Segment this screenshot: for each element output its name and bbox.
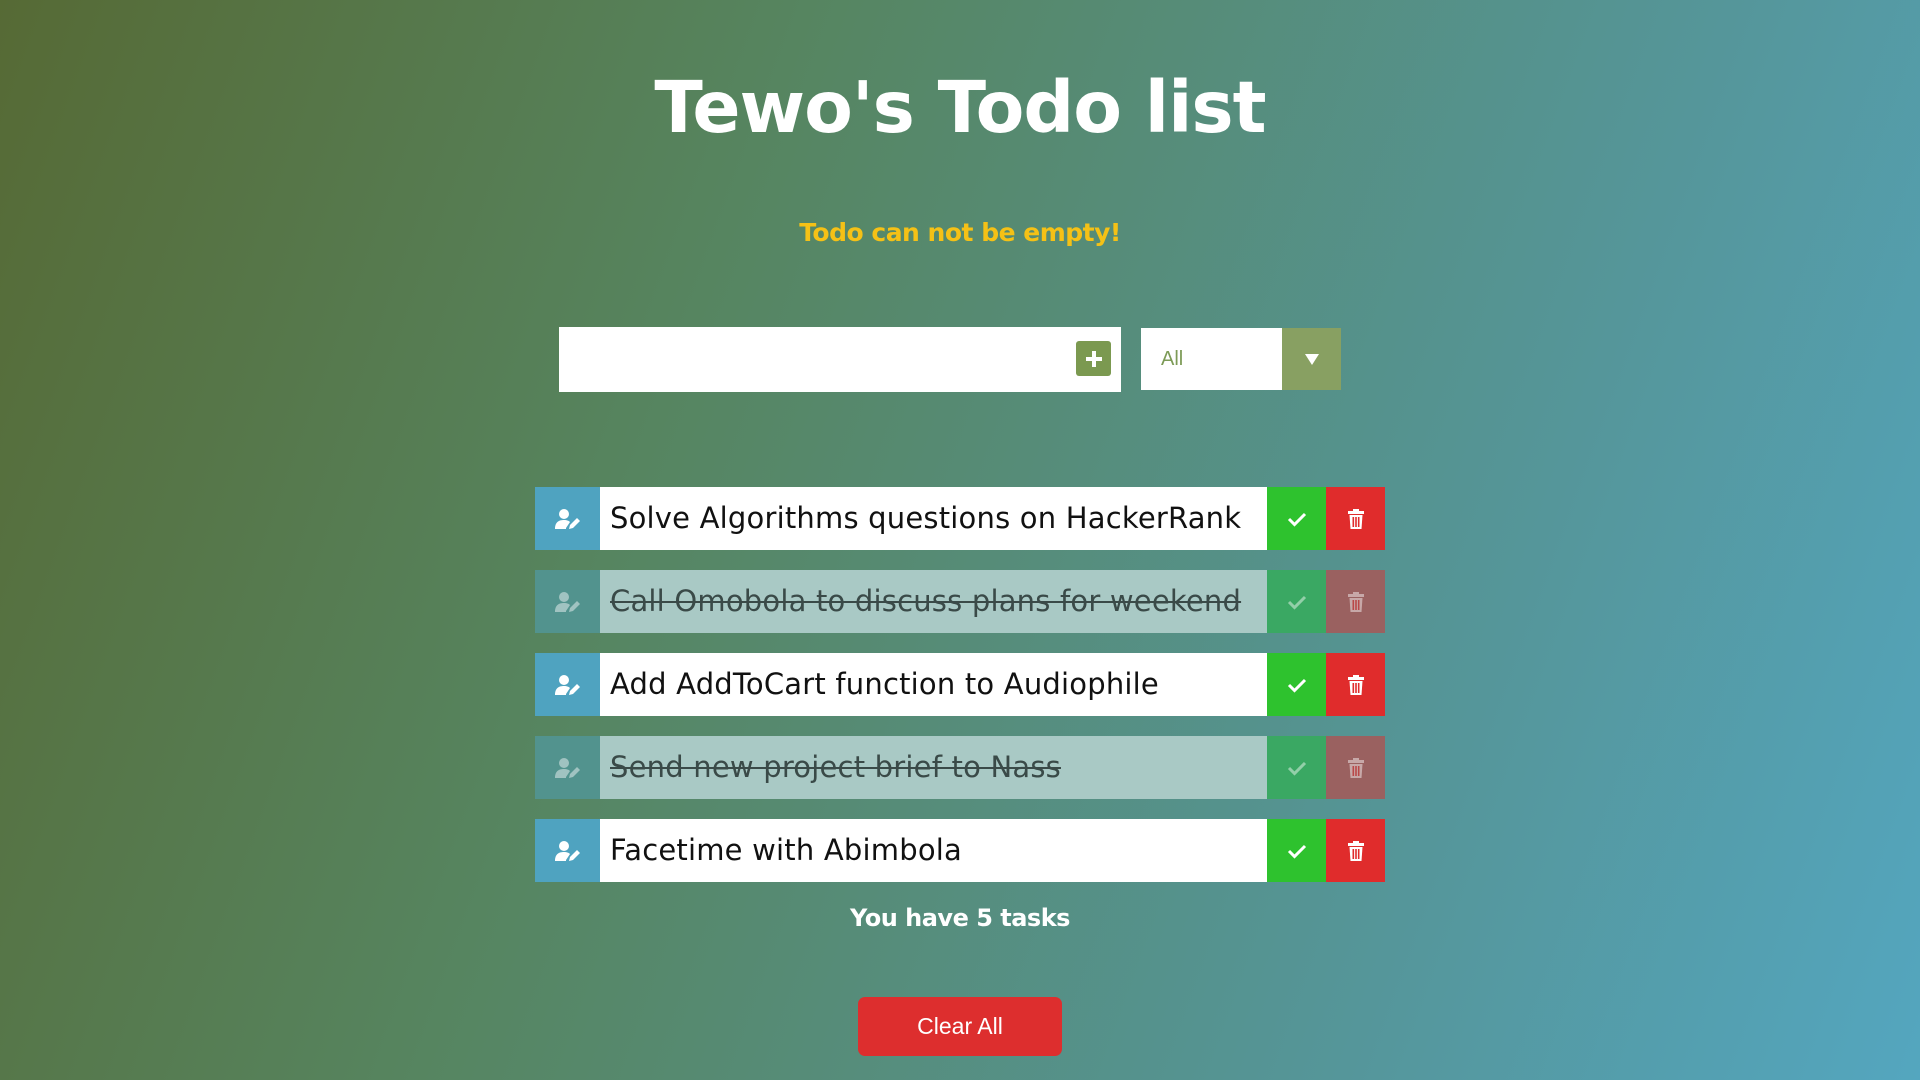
todo-text[interactable]: Facetime with Abimbola (600, 819, 1267, 882)
todo-text[interactable]: Send new project brief to Nass (600, 736, 1267, 799)
todo-item: Add AddToCart function to Audiophile (535, 653, 1385, 716)
todo-input[interactable] (559, 327, 1039, 392)
trash-icon (1347, 591, 1364, 612)
complete-todo-button[interactable] (1267, 653, 1326, 716)
plus-icon (1085, 350, 1102, 367)
filter-selected-value: All (1161, 348, 1184, 370)
check-icon (1287, 512, 1306, 527)
trash-icon (1347, 508, 1364, 529)
todo-list: Solve Algorithms questions on HackerRank… (535, 487, 1385, 902)
user-edit-icon (554, 674, 580, 695)
edit-todo-button[interactable] (535, 819, 600, 882)
new-todo-form (559, 327, 1121, 392)
user-edit-icon (554, 757, 580, 778)
clear-all-button[interactable]: Clear All (858, 997, 1062, 1056)
trash-icon (1347, 840, 1364, 861)
todo-text[interactable]: Solve Algorithms questions on HackerRank (600, 487, 1267, 550)
add-todo-button[interactable] (1076, 341, 1111, 376)
check-icon (1287, 678, 1306, 693)
empty-todo-alert: Todo can not be empty! (799, 218, 1121, 247)
todo-text[interactable]: Call Omobola to discuss plans for weeken… (600, 570, 1267, 633)
edit-todo-button[interactable] (535, 736, 600, 799)
trash-icon (1347, 674, 1364, 695)
user-edit-icon (554, 591, 580, 612)
check-icon (1287, 761, 1306, 776)
edit-todo-button[interactable] (535, 653, 600, 716)
complete-todo-button[interactable] (1267, 570, 1326, 633)
complete-todo-button[interactable] (1267, 487, 1326, 550)
todo-text[interactable]: Add AddToCart function to Audiophile (600, 653, 1267, 716)
page-title: Tewo's Todo list (654, 66, 1266, 149)
edit-todo-button[interactable] (535, 487, 600, 550)
check-icon (1287, 844, 1306, 859)
todo-item: Send new project brief to Nass (535, 736, 1385, 799)
filter-dropdown-button[interactable] (1282, 328, 1341, 390)
todo-item: Call Omobola to discuss plans for weeken… (535, 570, 1385, 633)
complete-todo-button[interactable] (1267, 736, 1326, 799)
todo-item: Solve Algorithms questions on HackerRank (535, 487, 1385, 550)
user-edit-icon (554, 840, 580, 861)
delete-todo-button[interactable] (1326, 736, 1385, 799)
delete-todo-button[interactable] (1326, 819, 1385, 882)
filter-select[interactable]: All (1141, 328, 1341, 390)
caret-down-icon (1304, 354, 1319, 365)
complete-todo-button[interactable] (1267, 819, 1326, 882)
todo-item: Facetime with Abimbola (535, 819, 1385, 882)
delete-todo-button[interactable] (1326, 653, 1385, 716)
check-icon (1287, 595, 1306, 610)
edit-todo-button[interactable] (535, 570, 600, 633)
trash-icon (1347, 757, 1364, 778)
user-edit-icon (554, 508, 580, 529)
task-count: You have 5 tasks (850, 904, 1070, 932)
delete-todo-button[interactable] (1326, 487, 1385, 550)
delete-todo-button[interactable] (1326, 570, 1385, 633)
